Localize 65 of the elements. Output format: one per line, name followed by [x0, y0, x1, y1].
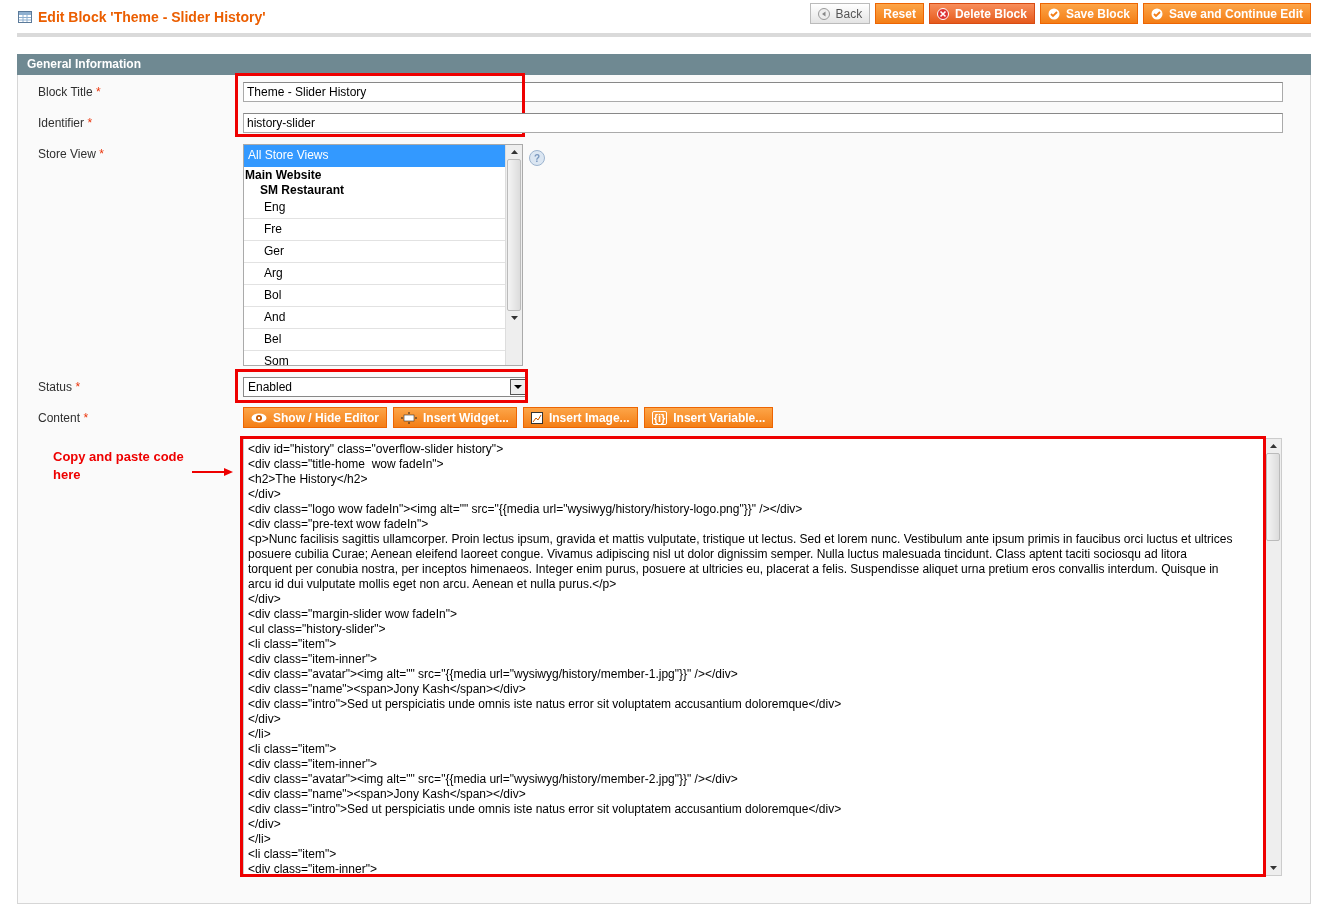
store-view-option[interactable]: And — [244, 307, 505, 329]
title-field[interactable]: Theme - Slider History — [243, 82, 1283, 102]
checkmark-icon — [1047, 7, 1060, 20]
eye-icon — [251, 411, 267, 424]
code-line: </li> — [248, 727, 272, 742]
field-label: Store View — [38, 147, 96, 161]
scrollbar[interactable] — [505, 145, 522, 365]
code-line: </div> — [248, 592, 282, 607]
page-title: Edit Block 'Theme - Slider History' — [38, 8, 266, 25]
code-line: </div> — [248, 487, 282, 502]
field-label: Status — [38, 380, 73, 394]
store-view-list[interactable]: All Store Views Main Website SM Restaurant Eng Fre Ger Arg Bol And Bel Som — [243, 144, 523, 366]
store-view-option[interactable]: Bel — [244, 329, 505, 351]
code-line: <li class="item"> — [248, 742, 338, 757]
required-mark: * — [83, 411, 89, 425]
store-view-option[interactable]: Arg — [244, 263, 505, 285]
field-label: Identifier — [38, 116, 85, 130]
code-line: </div> — [248, 817, 282, 832]
code-line: <div class="logo wow fadeIn"><img alt="" src="{{media url="wysiwyg/history/history-logo.png"}}" /></div> — [248, 502, 804, 517]
code-line: <div class="intro">Sed ut perspiciatis unde omnis iste natus error sit voluptatem accusantium doloremque</div> — [248, 697, 843, 712]
image-icon — [530, 411, 543, 424]
delete-icon — [936, 7, 949, 20]
code-line: </div> — [248, 712, 282, 727]
option-group-label: Main Website — [244, 168, 323, 182]
arrow — [192, 467, 234, 477]
status-select[interactable]: Enabled — [243, 377, 527, 397]
code-line: <div class="intro">Sed ut perspiciatis unde omnis iste natus error sit voluptatem accusantium doloremque</div> — [248, 802, 843, 817]
code-line: <div class="avatar"><img alt="" src="{{media url="wysiwyg/history/member-1.jpg"}}" /></div> — [248, 667, 739, 682]
widget-icon — [401, 411, 417, 424]
code-line: <div class="avatar"><img alt="" src="{{media url="wysiwyg/history/member-2.jpg"}}" /></div> — [248, 772, 739, 787]
store-view-option[interactable]: Ger — [244, 241, 505, 263]
back-button[interactable]: Back — [809, 3, 871, 24]
required-mark: * — [87, 116, 93, 130]
required-mark: * — [75, 380, 81, 394]
scrollbar-thumb[interactable] — [507, 159, 521, 311]
scrollbar-thumb[interactable] — [1266, 453, 1280, 541]
code-line: <div class="item-inner"> — [248, 652, 378, 667]
store-view-option[interactable]: Bol — [244, 285, 505, 307]
code-line: <div class="item-inner"> — [248, 757, 378, 772]
code-line: <div class="name"><span>Jony Kash</span></div> — [248, 787, 527, 802]
code-line: <li class="item"> — [248, 847, 338, 862]
store-view-option[interactable]: Fre — [244, 219, 505, 241]
code-line: <div class="margin-slider wow fadeIn"> — [248, 607, 458, 622]
code-line: <div class="pre-text wow fadeIn"> — [248, 517, 430, 532]
section-header: General Information — [17, 54, 1311, 75]
code-line: <div class="name"><span>Jony Kash</span></div> — [248, 682, 527, 697]
field-label: Content — [38, 411, 81, 425]
variable-icon: {i} — [651, 410, 668, 425]
code-line: </li> — [248, 832, 272, 847]
code-line: <p>Nunc facilisis sagittis ullamcorper. Proin lectus ipsum, gravida et mattis vulputate, tristique ut lectus. Sed et lorem nunc. Vestibulum ante ipsum primis in faucibus orci luctus et ultrices posuere cubilia Curae; Aenean eleifend laoreet congue. Vivamus adipiscing nisl ut dolor dignissim semper. Nulla luctus malesuada tincidunt. Class aptent taciti sociosqu ad litora torquent per conubia nostra, per inceptos himenaeos. Integer enim purus, posuere at ultricies eu, placerat a felis. Suspendisse aliquet urna pretium eros convallis interdum. Quisque in arcu id dui vulputate mollis eget non arcu. Aenean et nulla purus.</p> — [248, 532, 1233, 592]
identifier-field[interactable]: history-slider — [243, 113, 1283, 133]
code-line: <div id="history" class="overflow-slider history"> — [248, 442, 505, 457]
code-line: <div class="item-inner"> — [248, 862, 378, 875]
code-line: <ul class="history-slider"> — [248, 622, 387, 637]
required-mark: * — [99, 147, 104, 161]
store-view-option[interactable]: Eng — [244, 197, 505, 219]
grid-icon — [18, 10, 32, 23]
code-line: <div class="title-home wow fadeIn"> — [248, 457, 445, 472]
checkmark-icon — [1151, 7, 1163, 20]
annotation-text: Copy and paste code here — [53, 448, 185, 484]
code-line: <h2>The History</h2> — [248, 472, 369, 487]
code-line: <li class="item"> — [248, 637, 338, 652]
required-mark: * — [96, 85, 101, 99]
option-group-label: SM Restaurant — [259, 183, 346, 197]
field-label: Block Title — [38, 85, 93, 99]
